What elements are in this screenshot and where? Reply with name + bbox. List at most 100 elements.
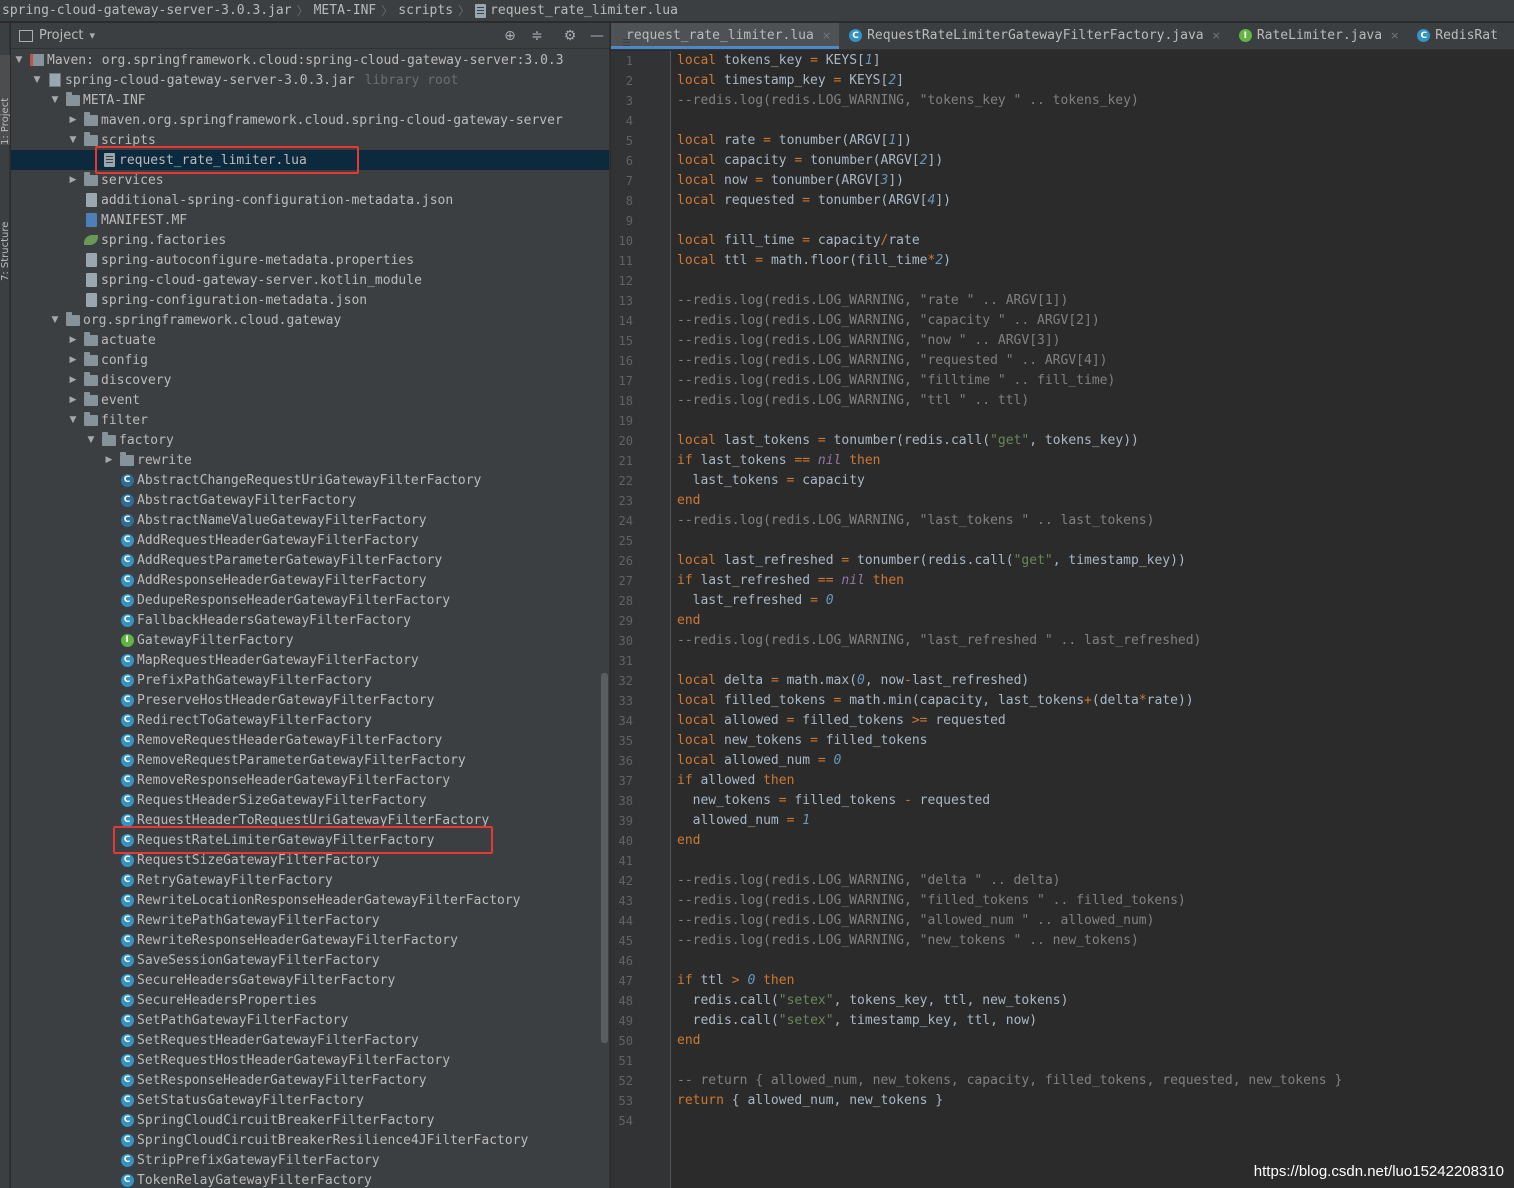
expanded-arrow-icon[interactable]: ▼ (31, 75, 43, 85)
code-line[interactable]: local new_tokens = filled_tokens (677, 731, 927, 751)
tree-item-maprequestheadergatewayfilterfactory[interactable]: C MapRequestHeaderGatewayFilterFactory (11, 650, 609, 670)
code-line[interactable]: local fill_time = capacity/rate (677, 231, 920, 251)
tree-item-meta-inf[interactable]: ▼ META-INF (11, 90, 609, 110)
tree-item-fallbackheadersgatewayfilterfactory[interactable]: C FallbackHeadersGatewayFilterFactory (11, 610, 609, 630)
tree-item-setrequesthostheadergatewayfilterfactory[interactable]: C SetRequestHostHeaderGatewayFilterFactor… (11, 1050, 609, 1070)
code-line[interactable]: end (677, 1031, 700, 1051)
code-line[interactable]: local filled_tokens = math.min(capacity,… (677, 691, 1194, 711)
tree-item-setstatusgatewayfilterfactory[interactable]: C SetStatusGatewayFilterFactory (11, 1090, 609, 1110)
code-line[interactable]: redis.call("setex", tokens_key, ttl, new… (677, 991, 1069, 1011)
tree-item-removerequestparametergatewayfilterfactory[interactable]: C RemoveRequestParameterGatewayFilterFact… (11, 750, 609, 770)
tree-item-services[interactable]: ▶ services (11, 170, 609, 190)
tree-item-spring-configuration-metadata-json[interactable]: spring-configuration-metadata.json (11, 290, 609, 310)
code-line[interactable]: --redis.log(redis.LOG_WARNING, "last_ref… (677, 631, 1201, 651)
tree-item-spring-factories[interactable]: spring.factories (11, 230, 609, 250)
code-line[interactable]: end (677, 611, 700, 631)
tree-item-abstractnamevaluegatewayfilterfactory[interactable]: C AbstractNameValueGatewayFilterFactory (11, 510, 609, 530)
locate-icon[interactable]: ⊕ (501, 27, 519, 45)
tree-item-removeresponseheadergatewayfilterfactory[interactable]: C RemoveResponseHeaderGatewayFilterFactor… (11, 770, 609, 790)
code-line[interactable]: last_refreshed = 0 (677, 591, 834, 611)
code-line[interactable]: if last_tokens == nil then (677, 451, 881, 471)
code-line[interactable]: local last_tokens = tonumber(redis.call(… (677, 431, 1139, 451)
tree-item-config[interactable]: ▶ config (11, 350, 609, 370)
tree-item-rewrite[interactable]: ▶ rewrite (11, 450, 609, 470)
code-line[interactable]: --redis.log(redis.LOG_WARNING, "tokens_k… (677, 91, 1139, 111)
code-line[interactable]: local capacity = tonumber(ARGV[2]) (677, 151, 943, 171)
tree-item-maven-org-springframework-cloud-spring-cloud-gateway-server-3-0-3[interactable]: ▼ Maven: org.springframework.cloud:spring… (11, 50, 609, 70)
code-line[interactable]: end (677, 491, 700, 511)
tree-item-secureheadersproperties[interactable]: C SecureHeadersProperties (11, 990, 609, 1010)
code-line[interactable]: local ttl = math.floor(fill_time*2) (677, 251, 951, 271)
collapsed-arrow-icon[interactable]: ▶ (67, 335, 79, 345)
tree-item-org-springframework-cloud-gateway[interactable]: ▼ org.springframework.cloud.gateway (11, 310, 609, 330)
expanded-arrow-icon[interactable]: ▼ (13, 55, 25, 65)
code-line[interactable]: local last_refreshed = tonumber(redis.ca… (677, 551, 1186, 571)
code-line[interactable]: --redis.log(redis.LOG_WARNING, "filled_t… (677, 891, 1186, 911)
tree-item-removerequestheadergatewayfilterfactory[interactable]: C RemoveRequestHeaderGatewayFilterFactory (11, 730, 609, 750)
tree-item-setpathgatewayfilterfactory[interactable]: C SetPathGatewayFilterFactory (11, 1010, 609, 1030)
project-scrollbar[interactable] (601, 673, 608, 1043)
tree-item-rewritelocationresponseheadergatewayfilterfactory[interactable]: C RewriteLocationResponseHeaderGatewayFil… (11, 890, 609, 910)
tree-item-deduperesponseheadergatewayfilterfactory[interactable]: C DedupeResponseHeaderGatewayFilterFactor… (11, 590, 609, 610)
tree-item-tokenrelaygatewayfilterfactory[interactable]: C TokenRelayGatewayFilterFactory (11, 1170, 609, 1188)
code-line[interactable]: redis.call("setex", timestamp_key, ttl, … (677, 1011, 1037, 1031)
expanded-arrow-icon[interactable]: ▼ (85, 435, 97, 445)
tree-item-requestratelimitergatewayfilterfactory[interactable]: C RequestRateLimiterGatewayFilterFactory (11, 830, 609, 850)
tree-item-springcloudcircuitbreakerfilterfactory[interactable]: C SpringCloudCircuitBreakerFilterFactory (11, 1110, 609, 1130)
minimize-icon[interactable]: — (588, 27, 606, 45)
code-line[interactable]: --redis.log(redis.LOG_WARNING, "capacity… (677, 311, 1100, 331)
code-line[interactable]: if ttl > 0 then (677, 971, 794, 991)
tab-redisrat[interactable]: C RedisRat (1407, 23, 1506, 49)
tree-item-maven-org-springframework-cloud-spring-cloud-gateway-server[interactable]: ▶ maven.org.springframework.cloud.spring-… (11, 110, 609, 130)
project-panel-title[interactable]: Project (39, 28, 83, 43)
close-icon[interactable]: × (822, 29, 831, 42)
code-line[interactable]: local allowed = filled_tokens >= request… (677, 711, 1006, 731)
gear-icon[interactable]: ⚙ (561, 27, 579, 45)
expanded-arrow-icon[interactable]: ▼ (49, 315, 61, 325)
code-line[interactable]: local rate = tonumber(ARGV[1]) (677, 131, 912, 151)
tree-item-gatewayfilterfactory[interactable]: I GatewayFilterFactory (11, 630, 609, 650)
code-line[interactable]: --redis.log(redis.LOG_WARNING, "now " ..… (677, 331, 1061, 351)
breadcrumb-item[interactable]: spring-cloud-gateway-server-3.0.3.jar (0, 3, 292, 18)
code-line[interactable]: -- return { allowed_num, new_tokens, cap… (677, 1071, 1342, 1091)
tree-item-stripprefixgatewayfilterfactory[interactable]: C StripPrefixGatewayFilterFactory (11, 1150, 609, 1170)
code-line[interactable]: --redis.log(redis.LOG_WARNING, "last_tok… (677, 511, 1154, 531)
tree-item-spring-cloud-gateway-server-3-0-3-jar[interactable]: ▼ spring-cloud-gateway-server-3.0.3.jar li… (11, 70, 609, 90)
collapsed-arrow-icon[interactable]: ▶ (67, 375, 79, 385)
breadcrumb-item[interactable]: META-INF (314, 3, 377, 18)
tree-item-springcloudcircuitbreakerresilience4jfilterfactory[interactable]: C SpringCloudCircuitBreakerResilience4JFi… (11, 1130, 609, 1150)
code-area[interactable]: local tokens_key = KEYS[1] local timestam… (677, 51, 1514, 1188)
collapsed-arrow-icon[interactable]: ▶ (67, 355, 79, 365)
tree-item-savesessiongatewayfilterfactory[interactable]: C SaveSessionGatewayFilterFactory (11, 950, 609, 970)
code-line[interactable]: local tokens_key = KEYS[1] (677, 51, 881, 71)
tree-item-abstractgatewayfilterfactory[interactable]: C AbstractGatewayFilterFactory (11, 490, 609, 510)
tree-item-actuate[interactable]: ▶ actuate (11, 330, 609, 350)
tree-item-requestheadersizegatewayfilterfactory[interactable]: C RequestHeaderSizeGatewayFilterFactory (11, 790, 609, 810)
breadcrumb-item[interactable]: scripts (398, 3, 453, 18)
tree-item-rewritepathgatewayfilterfactory[interactable]: C RewritePathGatewayFilterFactory (11, 910, 609, 930)
code-line[interactable]: last_tokens = capacity (677, 471, 865, 491)
code-line[interactable]: --redis.log(redis.LOG_WARNING, "filltime… (677, 371, 1115, 391)
close-icon[interactable]: × (1390, 29, 1399, 42)
project-tool-button[interactable]: 1: Project (0, 55, 11, 145)
tree-item-request-rate-limiter-lua[interactable]: request_rate_limiter.lua (11, 150, 609, 170)
code-line[interactable]: --redis.log(redis.LOG_WARNING, "delta " … (677, 871, 1061, 891)
collapsed-arrow-icon[interactable]: ▶ (67, 115, 79, 125)
tree-item-discovery[interactable]: ▶ discovery (11, 370, 609, 390)
tree-item-abstractchangerequesturigatewayfilterfactory[interactable]: C AbstractChangeRequestUriGatewayFilterFa… (11, 470, 609, 490)
tree-item-addresponseheadergatewayfilterfactory[interactable]: C AddResponseHeaderGatewayFilterFactory (11, 570, 609, 590)
tree-item-spring-autoconfigure-metadata-properties[interactable]: spring-autoconfigure-metadata.properties (11, 250, 609, 270)
tab-requestratelimitergatewayfilterfactory-java[interactable]: C RequestRateLimiterGatewayFilterFactory.… (839, 23, 1229, 49)
tree-item-filter[interactable]: ▼ filter (11, 410, 609, 430)
code-line[interactable]: --redis.log(redis.LOG_WARNING, "allowed_… (677, 911, 1154, 931)
tree-item-redirecttogatewayfilterfactory[interactable]: C RedirectToGatewayFilterFactory (11, 710, 609, 730)
tree-item-additional-spring-configuration-metadata-json[interactable]: additional-spring-configuration-metadata… (11, 190, 609, 210)
tree-item-setresponseheadergatewayfilterfactory[interactable]: C SetResponseHeaderGatewayFilterFactory (11, 1070, 609, 1090)
expanded-arrow-icon[interactable]: ▼ (49, 95, 61, 105)
tree-item-retrygatewayfilterfactory[interactable]: C RetryGatewayFilterFactory (11, 870, 609, 890)
code-line[interactable]: end (677, 831, 700, 851)
tree-item-requestheadertorequesturigatewayfilterfactory[interactable]: C RequestHeaderToRequestUriGatewayFilterF… (11, 810, 609, 830)
tree-item-spring-cloud-gateway-server-kotlin-module[interactable]: spring-cloud-gateway-server.kotlin_modul… (11, 270, 609, 290)
code-line[interactable]: --redis.log(redis.LOG_WARNING, "ttl " ..… (677, 391, 1029, 411)
code-line[interactable]: if allowed then (677, 771, 794, 791)
